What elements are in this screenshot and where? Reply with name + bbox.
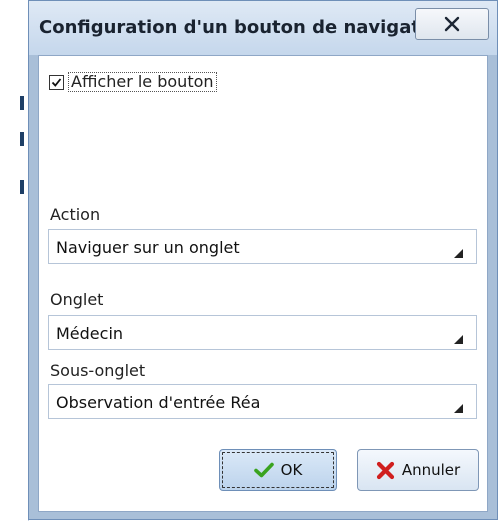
close-icon bbox=[444, 16, 460, 32]
subtab-select[interactable]: Observation d'entrée Réa bbox=[48, 384, 477, 419]
show-button-checkbox[interactable] bbox=[49, 74, 64, 90]
subtab-label: Sous-onglet bbox=[50, 361, 146, 380]
background-window-edge bbox=[0, 0, 29, 521]
action-select-value: Naviguer sur un onglet bbox=[56, 238, 240, 257]
title-bar[interactable]: Configuration d'un bouton de navigati... bbox=[29, 1, 497, 55]
checkmark-icon bbox=[51, 77, 62, 87]
navigation-button-config-dialog: Configuration d'un bouton de navigati...… bbox=[28, 0, 498, 520]
red-x-icon bbox=[376, 461, 395, 480]
ok-button-label: OK bbox=[280, 461, 303, 479]
tab-label: Onglet bbox=[50, 290, 104, 309]
dropdown-arrow-icon[interactable] bbox=[454, 398, 463, 413]
screen: Configuration d'un bouton de navigati...… bbox=[0, 0, 504, 521]
dialog-title: Configuration d'un bouton de navigati... bbox=[39, 17, 447, 38]
tab-select[interactable]: Médecin bbox=[48, 315, 477, 350]
cancel-button[interactable]: Annuler bbox=[357, 449, 479, 491]
action-select[interactable]: Naviguer sur un onglet bbox=[48, 229, 477, 264]
dropdown-arrow-icon[interactable] bbox=[454, 329, 463, 344]
subtab-select-value: Observation d'entrée Réa bbox=[56, 393, 261, 412]
dropdown-arrow-icon[interactable] bbox=[454, 243, 463, 258]
ok-button[interactable]: OK bbox=[219, 449, 337, 491]
show-button-label[interactable]: Afficher le bouton bbox=[68, 72, 217, 92]
cancel-button-label: Annuler bbox=[401, 461, 461, 479]
close-button[interactable] bbox=[415, 8, 489, 40]
background-marker bbox=[20, 96, 24, 110]
show-button-option[interactable]: Afficher le bouton bbox=[49, 72, 217, 92]
background-marker bbox=[20, 180, 24, 194]
action-label: Action bbox=[50, 205, 101, 224]
checkmark-icon bbox=[253, 462, 274, 478]
tab-select-value: Médecin bbox=[56, 324, 124, 343]
background-marker bbox=[20, 132, 24, 146]
dialog-content: Afficher le bouton Action Naviguer sur u… bbox=[38, 55, 488, 512]
